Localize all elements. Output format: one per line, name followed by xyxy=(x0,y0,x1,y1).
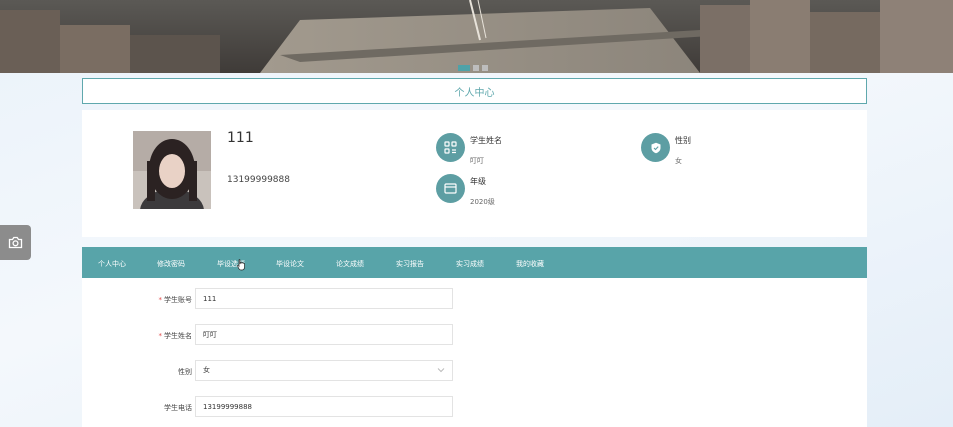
tab-change-password[interactable]: 修改密码 xyxy=(157,259,185,269)
form-row-account: * 学生账号 xyxy=(82,288,867,310)
form-row-gender: 性别 女 xyxy=(82,360,867,382)
profile-card: 111 13199999888 学生姓名 叮叮 性别 女 年级 2020级 xyxy=(82,110,867,237)
form-row-phone: 学生电话 xyxy=(82,396,867,418)
grid-icon xyxy=(436,133,465,162)
page-title: 个人中心 xyxy=(82,78,867,104)
profile-phone: 13199999888 xyxy=(227,175,290,185)
screenshot-button[interactable] xyxy=(0,225,31,260)
chevron-down-icon xyxy=(437,368,445,373)
tab-internship-report[interactable]: 实习报告 xyxy=(396,259,424,269)
info-value: 女 xyxy=(675,157,682,165)
gender-select[interactable]: 女 xyxy=(195,360,453,381)
info-label: 性别 xyxy=(675,136,691,145)
info-student-name: 学生姓名 叮叮 xyxy=(436,133,502,166)
info-label: 学生姓名 xyxy=(470,136,502,145)
tab-nav: 个人中心 修改密码 毕设选题 毕设论文 论文成绩 实习报告 实习成绩 我的收藏 xyxy=(82,247,867,278)
info-value: 叮叮 xyxy=(470,157,484,165)
banner-image xyxy=(0,0,953,73)
carousel-dot-3[interactable] xyxy=(482,65,488,71)
info-value: 2020级 xyxy=(470,198,495,206)
profile-username: 111 xyxy=(227,130,254,146)
name-input[interactable] xyxy=(195,324,453,345)
profile-form: *学生账号 *学生姓名 性别 女 学生电话 xyxy=(82,278,867,427)
phone-input[interactable] xyxy=(195,396,453,417)
phone-label: 学生电话 xyxy=(164,404,192,412)
form-row-name: * 学生姓名 xyxy=(82,324,867,346)
account-input[interactable] xyxy=(195,288,453,309)
tab-my-favorites[interactable]: 我的收藏 xyxy=(516,259,544,269)
card-icon xyxy=(436,174,465,203)
tab-thesis-score[interactable]: 论文成绩 xyxy=(336,259,364,269)
banner-carousel[interactable] xyxy=(0,0,953,73)
shield-icon xyxy=(641,133,670,162)
info-grade: 年级 2020级 xyxy=(436,174,495,207)
tab-personal-center[interactable]: 个人中心 xyxy=(98,259,126,269)
tab-internship-score[interactable]: 实习成绩 xyxy=(456,259,484,269)
gender-label: 性别 xyxy=(178,368,192,376)
info-label: 年级 xyxy=(470,177,486,186)
tab-thesis[interactable]: 毕设论文 xyxy=(276,259,304,269)
carousel-dot-1[interactable] xyxy=(458,65,470,71)
carousel-dot-2[interactable] xyxy=(473,65,479,71)
camera-icon xyxy=(8,236,23,249)
info-gender: 性别 女 xyxy=(641,133,691,166)
account-label: * 学生账号 xyxy=(158,296,193,304)
cursor-icon xyxy=(237,259,245,271)
avatar xyxy=(133,131,211,209)
name-label: * 学生姓名 xyxy=(158,332,193,340)
